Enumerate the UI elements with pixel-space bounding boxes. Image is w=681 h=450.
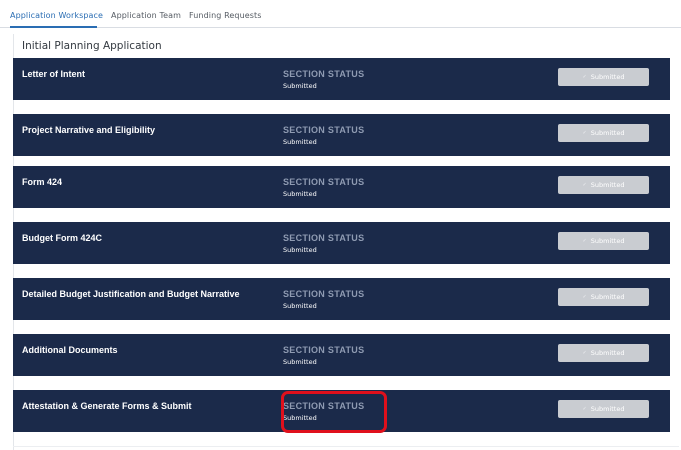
page-title: Initial Planning Application (22, 40, 162, 52)
section-status-label: SECTION STATUS (283, 177, 365, 187)
check-icon: ✓ (582, 294, 587, 300)
section-status-value: Submitted (283, 190, 317, 198)
section-status-value: Submitted (283, 82, 317, 90)
check-icon: ✓ (582, 350, 587, 356)
submitted-button[interactable]: ✓ Submitted (558, 124, 649, 142)
submitted-button[interactable]: ✓ Submitted (558, 68, 649, 86)
section-name: Attestation & Generate Forms & Submit (22, 401, 192, 411)
submitted-button-label: Submitted (590, 73, 625, 81)
section-letter-of-intent: Letter of Intent SECTION STATUS Submitte… (13, 58, 670, 100)
section-name: Additional Documents (22, 345, 118, 355)
section-form-424: Form 424 SECTION STATUS Submitted ✓ Subm… (13, 166, 670, 208)
submitted-button[interactable]: ✓ Submitted (558, 288, 649, 306)
section-budget-form-424c: Budget Form 424C SECTION STATUS Submitte… (13, 222, 670, 264)
section-status-value: Submitted (283, 246, 317, 254)
section-status-value: Submitted (283, 302, 317, 310)
submitted-button-label: Submitted (590, 349, 625, 357)
section-name: Letter of Intent (22, 69, 85, 79)
submitted-button-label: Submitted (590, 293, 625, 301)
section-status-value: Submitted (283, 138, 317, 146)
divider (13, 446, 679, 447)
submitted-button[interactable]: ✓ Submitted (558, 232, 649, 250)
section-additional-documents: Additional Documents SECTION STATUS Subm… (13, 334, 670, 376)
section-name: Form 424 (22, 177, 63, 187)
section-status-label: SECTION STATUS (283, 345, 365, 355)
submitted-button[interactable]: ✓ Submitted (558, 400, 649, 418)
section-status-label: SECTION STATUS (283, 233, 365, 243)
section-status-label: SECTION STATUS (283, 69, 365, 79)
section-status-label: SECTION STATUS (283, 125, 365, 135)
check-icon: ✓ (582, 130, 587, 136)
submitted-button-label: Submitted (590, 237, 625, 245)
submitted-button-label: Submitted (590, 181, 625, 189)
submitted-button[interactable]: ✓ Submitted (558, 344, 649, 362)
active-tab-indicator (10, 26, 97, 28)
section-status-label: SECTION STATUS (283, 289, 365, 299)
tab-bar: Application Workspace Application Team F… (0, 0, 681, 28)
highlight-annotation (281, 391, 387, 433)
submitted-button-label: Submitted (590, 129, 625, 137)
check-icon: ✓ (582, 74, 587, 80)
section-project-narrative: Project Narrative and Eligibility SECTIO… (13, 114, 670, 156)
section-name: Project Narrative and Eligibility (22, 125, 156, 135)
section-budget-justification: Detailed Budget Justification and Budget… (13, 278, 670, 320)
submitted-button-label: Submitted (590, 405, 625, 413)
check-icon: ✓ (582, 238, 587, 244)
check-icon: ✓ (582, 406, 587, 412)
tab-application-workspace[interactable]: Application Workspace (10, 11, 103, 20)
tab-application-team[interactable]: Application Team (111, 11, 181, 20)
section-name: Budget Form 424C (22, 233, 103, 243)
submitted-button[interactable]: ✓ Submitted (558, 176, 649, 194)
section-name: Detailed Budget Justification and Budget… (22, 289, 240, 299)
check-icon: ✓ (582, 182, 587, 188)
tab-funding-requests[interactable]: Funding Requests (189, 11, 262, 20)
section-status-value: Submitted (283, 358, 317, 366)
